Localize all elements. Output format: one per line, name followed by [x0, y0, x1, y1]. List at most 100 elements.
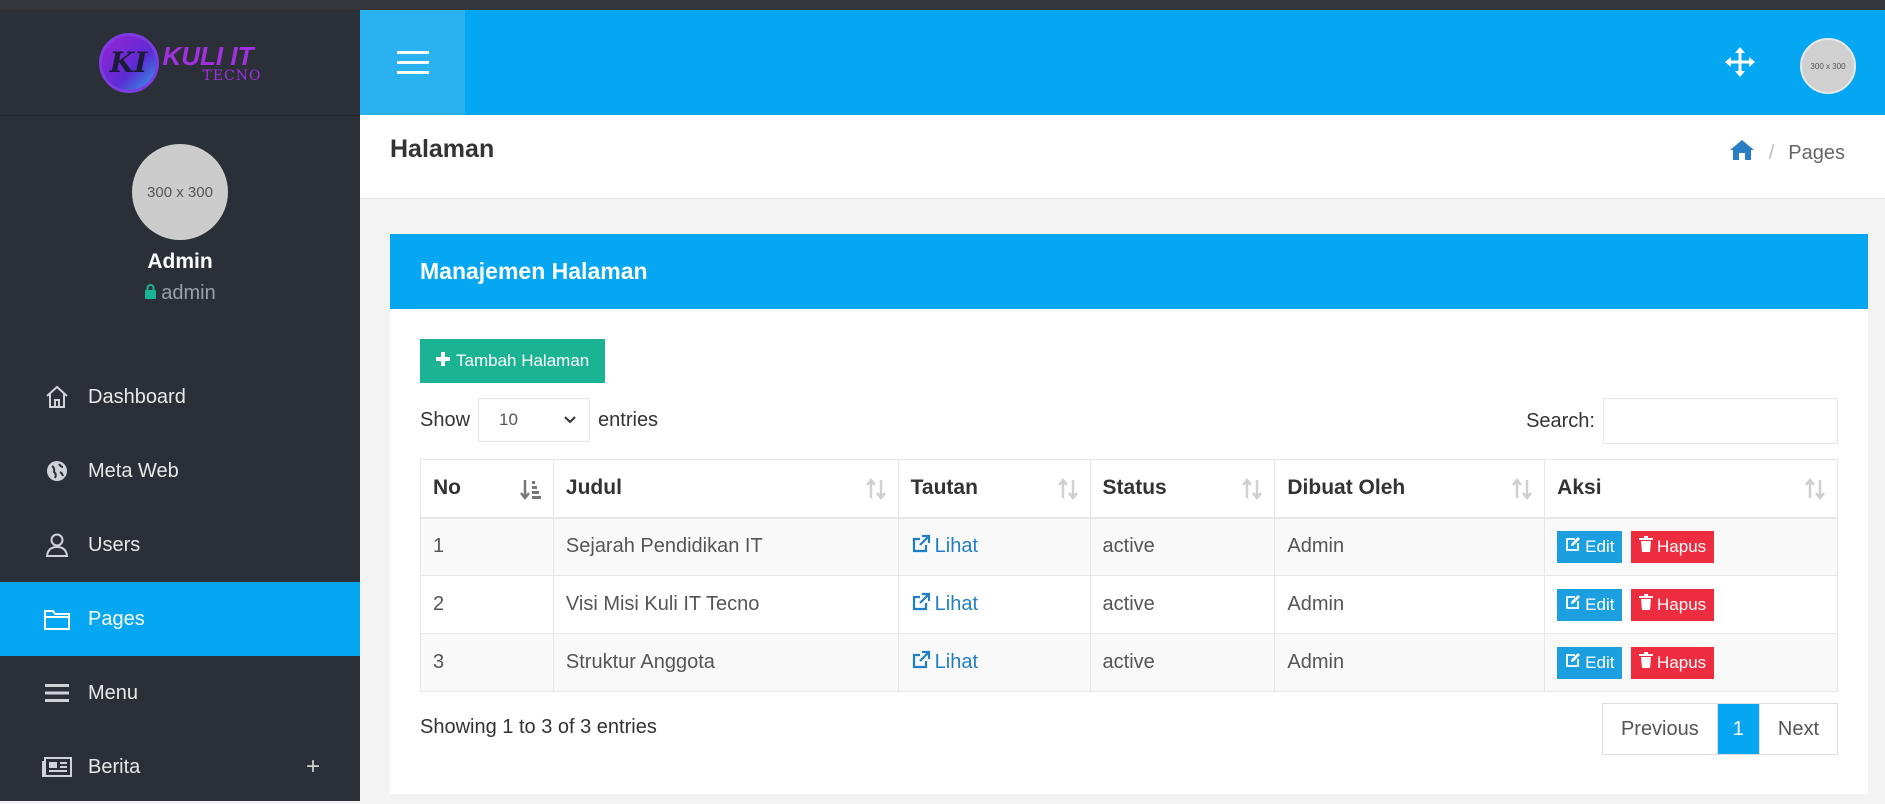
sidebar-item-label: Pages: [88, 607, 145, 630]
external-link-icon: [911, 650, 931, 676]
column-header-dibuat-oleh[interactable]: Dibuat Oleh: [1274, 459, 1546, 519]
newspaper-icon: [42, 752, 72, 782]
sidebar-item-menu[interactable]: Menu: [0, 656, 360, 730]
cell-no: 2: [420, 575, 554, 634]
table-row: 2 Visi Misi Kuli IT Tecno Lihat active A…: [420, 575, 1838, 634]
pagination-page-current[interactable]: 1: [1717, 704, 1760, 754]
column-header-judul[interactable]: Judul: [552, 459, 899, 519]
table-row: 1 Sejarah Pendidikan IT Lihat active Adm…: [420, 517, 1838, 576]
sidebar-nav: Dashboard Meta Web Users Pages Menu Beri…: [0, 360, 360, 804]
delete-button[interactable]: Hapus: [1631, 588, 1715, 621]
pages-card: Manajemen Halaman Tambah Halaman Show 10…: [390, 234, 1868, 794]
view-link[interactable]: Lihat: [911, 650, 978, 676]
move-arrows-icon[interactable]: [1723, 45, 1757, 79]
user-icon: [42, 530, 72, 560]
sort-icon: [864, 477, 888, 501]
avatar[interactable]: 300 x 300: [132, 144, 228, 240]
sidebar-item-meta-web[interactable]: Meta Web: [0, 434, 360, 508]
cell-status: active: [1089, 517, 1276, 576]
cell-dibuat-oleh: Admin: [1274, 517, 1546, 576]
search-area: Search:: [1526, 398, 1838, 444]
show-entries: Show 10 entries: [420, 398, 658, 442]
sidebar-profile: 300 x 300 Admin admin: [0, 116, 360, 305]
pages-table: No Judul Tautan Status Dibuat Oleh Aksi …: [420, 459, 1838, 692]
table-info: Showing 1 to 3 of 3 entries: [420, 716, 657, 738]
window-top-strip: [0, 0, 1885, 10]
column-header-aksi[interactable]: Aksi: [1544, 459, 1838, 519]
sidebar-item-dashboard[interactable]: Dashboard: [0, 360, 360, 434]
edit-icon: [1565, 536, 1581, 557]
breadcrumb-current: Pages: [1788, 141, 1845, 164]
globe-icon: [42, 456, 72, 486]
cell-dibuat-oleh: Admin: [1274, 633, 1546, 692]
header-avatar[interactable]: 300 x 300: [1800, 38, 1856, 94]
trash-icon: [1639, 536, 1654, 557]
trash-icon: [1639, 652, 1654, 673]
entries-label: entries: [598, 408, 659, 431]
sidebar-item-label: Berita: [88, 755, 141, 778]
column-header-no[interactable]: No: [420, 459, 554, 519]
column-header-status[interactable]: Status: [1089, 459, 1276, 519]
expand-plus-icon[interactable]: +: [306, 753, 320, 781]
cell-no: 1: [420, 517, 554, 576]
sort-asc-icon: [519, 477, 543, 501]
plus-icon: [436, 351, 450, 371]
page-title: Halaman: [390, 135, 495, 163]
add-page-button[interactable]: Tambah Halaman: [420, 339, 606, 383]
hamburger-menu-button[interactable]: [360, 10, 465, 115]
pagination-next[interactable]: Next: [1759, 704, 1837, 754]
cell-judul: Sejarah Pendidikan IT: [552, 517, 899, 576]
search-label: Search:: [1526, 409, 1595, 432]
cell-judul: Visi Misi Kuli IT Tecno: [552, 575, 899, 634]
table-row: 3 Struktur Anggota Lihat active Admin Ed…: [420, 633, 1838, 692]
profile-name: Admin: [147, 250, 213, 273]
delete-button[interactable]: Hapus: [1631, 646, 1715, 679]
home-icon: [42, 382, 72, 412]
sidebar-item-pages[interactable]: Pages: [0, 582, 360, 656]
card-title: Manajemen Halaman: [390, 234, 1868, 309]
profile-role-label: admin: [161, 282, 216, 304]
view-link[interactable]: Lihat: [911, 534, 978, 560]
page-heading: Halaman / Pages: [360, 115, 1885, 199]
sidebar-item-users[interactable]: Users: [0, 508, 360, 582]
sort-icon: [1056, 477, 1080, 501]
cell-dibuat-oleh: Admin: [1274, 575, 1546, 634]
logo-sub-text: TECNO: [202, 67, 262, 84]
logo-main-text: KULI IT: [162, 40, 254, 71]
edit-icon: [1565, 594, 1581, 615]
page-size-select[interactable]: 10: [478, 398, 591, 442]
pagination: Previous 1 Next: [1601, 703, 1838, 755]
chevron-down-icon: [563, 410, 577, 430]
menu-icon: [42, 678, 72, 708]
search-input[interactable]: [1603, 398, 1838, 444]
column-header-tautan[interactable]: Tautan: [897, 459, 1091, 519]
breadcrumb-separator: /: [1768, 141, 1775, 164]
edit-button[interactable]: Edit: [1557, 530, 1623, 563]
sidebar-item-label: Meta Web: [88, 459, 179, 482]
pagination-previous[interactable]: Previous: [1602, 704, 1718, 754]
sort-icon: [1803, 477, 1827, 501]
external-link-icon: [911, 592, 931, 618]
add-page-label: Tambah Halaman: [456, 351, 590, 370]
delete-button[interactable]: Hapus: [1631, 530, 1715, 563]
logo-mark: KI: [98, 32, 159, 93]
cell-judul: Struktur Anggota: [552, 633, 899, 692]
sidebar: KI KULI IT TECNO 300 x 300 Admin admin D…: [0, 10, 360, 801]
edit-button[interactable]: Edit: [1557, 588, 1623, 621]
lock-icon: [144, 284, 157, 304]
page-size-value: 10: [499, 410, 518, 429]
sidebar-item-label: Users: [88, 533, 141, 556]
sidebar-item-berita[interactable]: Berita +: [0, 730, 360, 804]
cell-no: 3: [420, 633, 554, 692]
view-link[interactable]: Lihat: [911, 592, 978, 618]
logo[interactable]: KI KULI IT TECNO: [98, 32, 262, 93]
edit-icon: [1565, 652, 1581, 673]
top-header: 300 x 300: [360, 10, 1885, 115]
cell-status: active: [1089, 575, 1276, 634]
breadcrumb: / Pages: [1729, 139, 1845, 167]
sort-icon: [1240, 477, 1264, 501]
folder-icon: [42, 604, 72, 634]
edit-button[interactable]: Edit: [1557, 646, 1623, 679]
show-label: Show: [420, 408, 471, 431]
home-icon[interactable]: [1729, 139, 1755, 167]
